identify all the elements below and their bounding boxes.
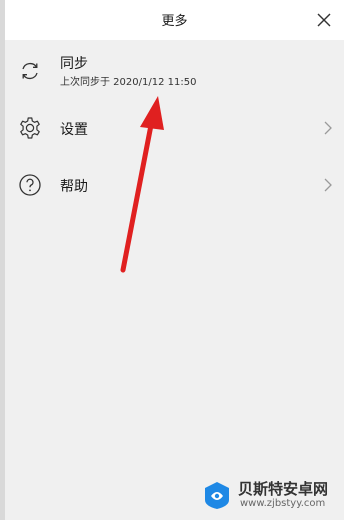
last-sync-time: 上次同步于 2020/1/12 11:50 [60, 77, 197, 88]
menu-item-help[interactable]: 帮助 [5, 167, 344, 203]
sync-icon [17, 58, 43, 84]
watermark-url: www.zjbstyy.com [240, 498, 326, 509]
panel-header: 更多 [5, 0, 344, 40]
page-title: 更多 [161, 14, 188, 29]
watermark: 贝斯特安卓网 www.zjbstyy.com [200, 476, 340, 516]
more-panel-page: 更多 同步 上次同步于 2020/1/12 11:50 设置 帮助 贝斯特安卓网… [0, 0, 344, 520]
help-circle-icon [17, 172, 43, 198]
close-icon [317, 13, 331, 27]
menu-item-sync[interactable]: 同步 上次同步于 2020/1/12 11:50 [5, 48, 344, 94]
watermark-logo-icon [205, 482, 229, 509]
more-panel: 更多 同步 上次同步于 2020/1/12 11:50 设置 帮助 [5, 0, 344, 520]
sync-label: 同步 [60, 56, 88, 72]
chevron-right-icon [322, 120, 334, 136]
watermark-title: 贝斯特安卓网 [238, 480, 329, 498]
settings-label: 设置 [60, 122, 88, 138]
gear-icon [17, 115, 43, 141]
menu-item-settings[interactable]: 设置 [5, 110, 344, 146]
help-label: 帮助 [60, 179, 88, 195]
close-button[interactable] [310, 6, 338, 34]
chevron-right-icon [322, 177, 334, 193]
